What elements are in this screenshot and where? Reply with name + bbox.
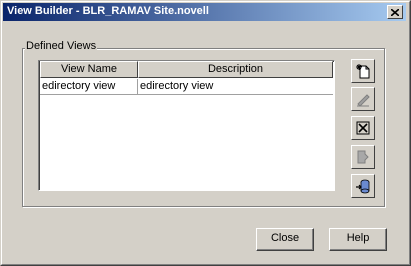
- run-view-icon: [357, 150, 369, 164]
- window-close-button[interactable]: [387, 5, 403, 19]
- edit-view-button[interactable]: [351, 87, 375, 111]
- new-view-icon: [356, 64, 370, 79]
- edit-view-icon: [357, 94, 370, 107]
- close-button[interactable]: Close: [256, 228, 314, 251]
- help-button[interactable]: Help: [329, 228, 387, 251]
- column-header-view-name[interactable]: View Name: [40, 61, 138, 78]
- import-view-icon: [356, 179, 370, 194]
- close-icon: [391, 8, 399, 16]
- defined-views-label: Defined Views: [25, 40, 98, 52]
- table-cell-view-name[interactable]: edirectory view: [40, 79, 138, 95]
- table-cell-description[interactable]: edirectory view: [138, 79, 333, 95]
- column-header-description[interactable]: Description: [138, 61, 333, 78]
- view-builder-window: View Builder - BLR_RAMAV Site.novell Def…: [0, 0, 411, 266]
- delete-view-button[interactable]: [351, 116, 375, 140]
- import-view-button[interactable]: [351, 174, 375, 198]
- new-view-button[interactable]: [351, 59, 375, 83]
- title-bar[interactable]: View Builder - BLR_RAMAV Site.novell: [3, 3, 406, 21]
- run-view-button[interactable]: [351, 145, 375, 169]
- window-title: View Builder - BLR_RAMAV Site.novell: [7, 5, 209, 17]
- delete-view-icon: [356, 121, 370, 135]
- views-table[interactable]: View Name Description edirectory view ed…: [38, 60, 335, 191]
